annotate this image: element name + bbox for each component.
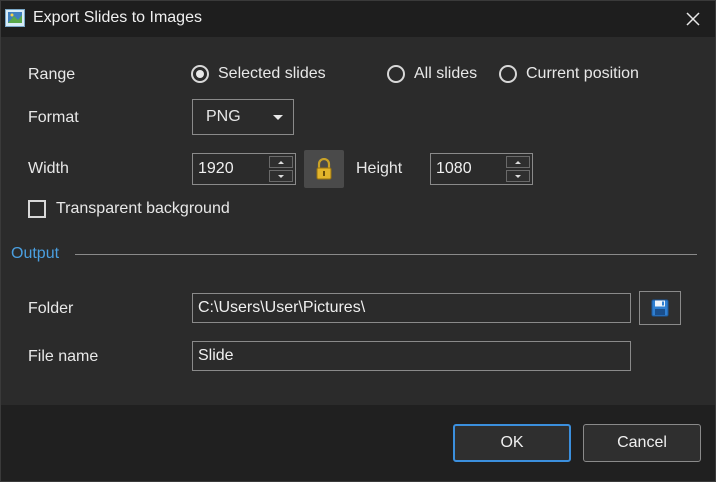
app-icon: [5, 9, 25, 27]
height-value: 1080: [436, 160, 472, 177]
width-label: Width: [28, 160, 69, 177]
cancel-button[interactable]: Cancel: [583, 424, 701, 462]
arrow-down-icon: [278, 174, 284, 178]
radio-label: Current position: [526, 65, 639, 82]
height-label: Height: [356, 160, 403, 177]
transparent-background-checkbox[interactable]: Transparent background: [28, 200, 230, 218]
title-bar: Export Slides to Images: [1, 1, 715, 37]
chevron-down-icon: [273, 115, 283, 120]
export-dialog: Export Slides to Images Range Selected s…: [0, 0, 716, 482]
width-decrement-button[interactable]: [269, 170, 293, 182]
folder-label: Folder: [28, 300, 74, 317]
height-increment-button[interactable]: [506, 156, 530, 168]
radio-label: All slides: [414, 65, 478, 82]
radio-selected-slides[interactable]: Selected slides: [191, 65, 326, 83]
format-label: Format: [28, 109, 79, 126]
lock-icon: [316, 158, 332, 180]
checkbox-box: [28, 200, 46, 218]
filename-label: File name: [28, 348, 99, 365]
width-increment-button[interactable]: [269, 156, 293, 168]
radio-current-position[interactable]: Current position: [499, 65, 639, 83]
close-icon: [686, 12, 700, 26]
radio-indicator: [191, 65, 209, 83]
radio-label: Selected slides: [218, 65, 326, 82]
folder-input[interactable]: C:\Users\User\Pictures\: [192, 293, 631, 323]
browse-folder-button[interactable]: [639, 291, 681, 325]
height-decrement-button[interactable]: [506, 170, 530, 182]
ok-button[interactable]: OK: [453, 424, 571, 462]
floppy-disk-icon: [651, 299, 669, 317]
arrow-up-icon: [515, 160, 521, 164]
radio-indicator: [499, 65, 517, 83]
window-title: Export Slides to Images: [33, 9, 202, 26]
aspect-lock-button[interactable]: [304, 150, 344, 188]
height-spinbox[interactable]: 1080: [430, 153, 533, 185]
close-button[interactable]: [671, 1, 715, 37]
format-dropdown[interactable]: PNG: [192, 99, 294, 135]
radio-all-slides[interactable]: All slides: [387, 65, 477, 83]
section-divider: [75, 254, 697, 255]
filename-input[interactable]: Slide: [192, 341, 631, 371]
checkbox-label: Transparent background: [56, 200, 230, 217]
width-spinbox[interactable]: 1920: [192, 153, 296, 185]
width-value: 1920: [198, 160, 234, 177]
format-value: PNG: [206, 108, 241, 125]
arrow-up-icon: [278, 160, 284, 164]
radio-indicator: [387, 65, 405, 83]
output-section-header: Output: [11, 245, 60, 262]
arrow-down-icon: [515, 174, 521, 178]
range-label: Range: [28, 66, 76, 83]
